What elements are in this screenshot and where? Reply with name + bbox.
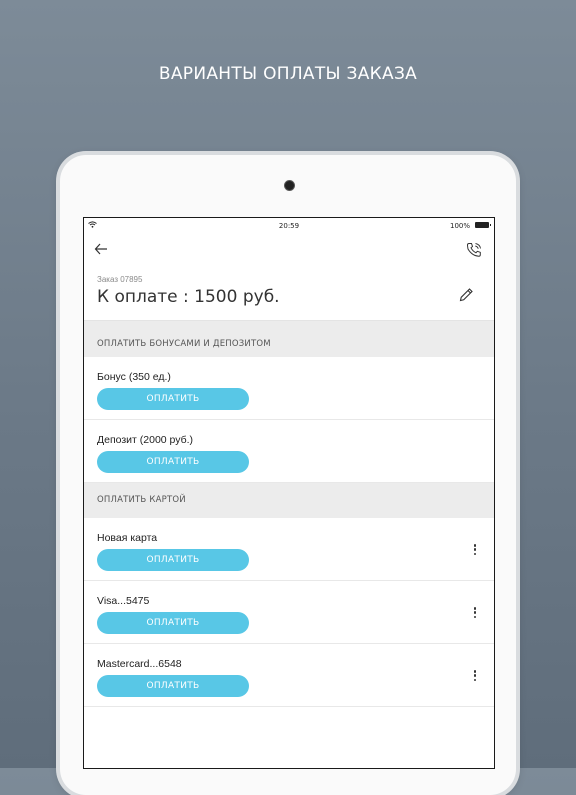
pay-deposit-button[interactable]: ОПЛАТИТЬ bbox=[97, 451, 249, 473]
status-time: 20:59 bbox=[278, 222, 300, 230]
payment-option-bonus: Бонус (350 ед.) ОПЛАТИТЬ bbox=[84, 357, 494, 420]
app-screen: 20:59 100% Заказ 07895 К оплате : 1500 р… bbox=[83, 217, 495, 769]
pay-bonus-button[interactable]: ОПЛАТИТЬ bbox=[97, 388, 249, 410]
pay-new-card-button[interactable]: ОПЛАТИТЬ bbox=[97, 549, 249, 571]
status-bar: 20:59 100% bbox=[84, 218, 494, 234]
pay-visa-button[interactable]: ОПЛАТИТЬ bbox=[97, 612, 249, 634]
order-number: Заказ 07895 bbox=[97, 275, 143, 284]
order-summary: Заказ 07895 К оплате : 1500 руб. bbox=[84, 266, 494, 321]
payment-option-deposit: Депозит (2000 руб.) ОПЛАТИТЬ bbox=[84, 420, 494, 483]
call-button[interactable] bbox=[466, 242, 484, 260]
camera-dot bbox=[284, 180, 295, 191]
amount-due: К оплате : 1500 руб. bbox=[97, 287, 280, 307]
pencil-icon bbox=[459, 288, 473, 302]
phone-icon bbox=[466, 243, 481, 257]
promo-headline: ВАРИАНТЫ ОПЛАТЫ ЗАКАЗА bbox=[158, 64, 418, 84]
edit-order-button[interactable] bbox=[458, 287, 474, 303]
more-vertical-icon[interactable] bbox=[470, 607, 480, 618]
back-button[interactable] bbox=[94, 242, 114, 262]
top-nav bbox=[84, 234, 494, 266]
section-header-bonus: ОПЛАТИТЬ БОНУСАМИ И ДЕПОЗИТОМ bbox=[84, 321, 494, 357]
payment-option-visa: Visa...5475 ОПЛАТИТЬ bbox=[84, 581, 494, 644]
battery-percent: 100% bbox=[449, 222, 470, 230]
payment-option-new-card: Новая карта ОПЛАТИТЬ bbox=[84, 518, 494, 581]
payment-option-label: Бонус (350 ед.) bbox=[97, 371, 171, 383]
back-arrow-icon bbox=[94, 243, 107, 255]
payment-option-label: Visa...5475 bbox=[97, 595, 150, 607]
pay-mastercard-button[interactable]: ОПЛАТИТЬ bbox=[97, 675, 249, 697]
battery-icon bbox=[475, 222, 491, 228]
payment-option-label: Депозит (2000 руб.) bbox=[97, 434, 194, 446]
more-vertical-icon[interactable] bbox=[470, 670, 480, 681]
payment-option-mastercard: Mastercard...6548 ОПЛАТИТЬ bbox=[84, 644, 494, 707]
more-vertical-icon[interactable] bbox=[470, 544, 480, 555]
payment-option-label: Новая карта bbox=[97, 532, 158, 544]
section-header-card: ОПЛАТИТЬ КАРТОЙ bbox=[84, 483, 494, 518]
tablet-frame: 20:59 100% Заказ 07895 К оплате : 1500 р… bbox=[60, 155, 516, 795]
payment-option-label: Mastercard...6548 bbox=[97, 658, 182, 670]
